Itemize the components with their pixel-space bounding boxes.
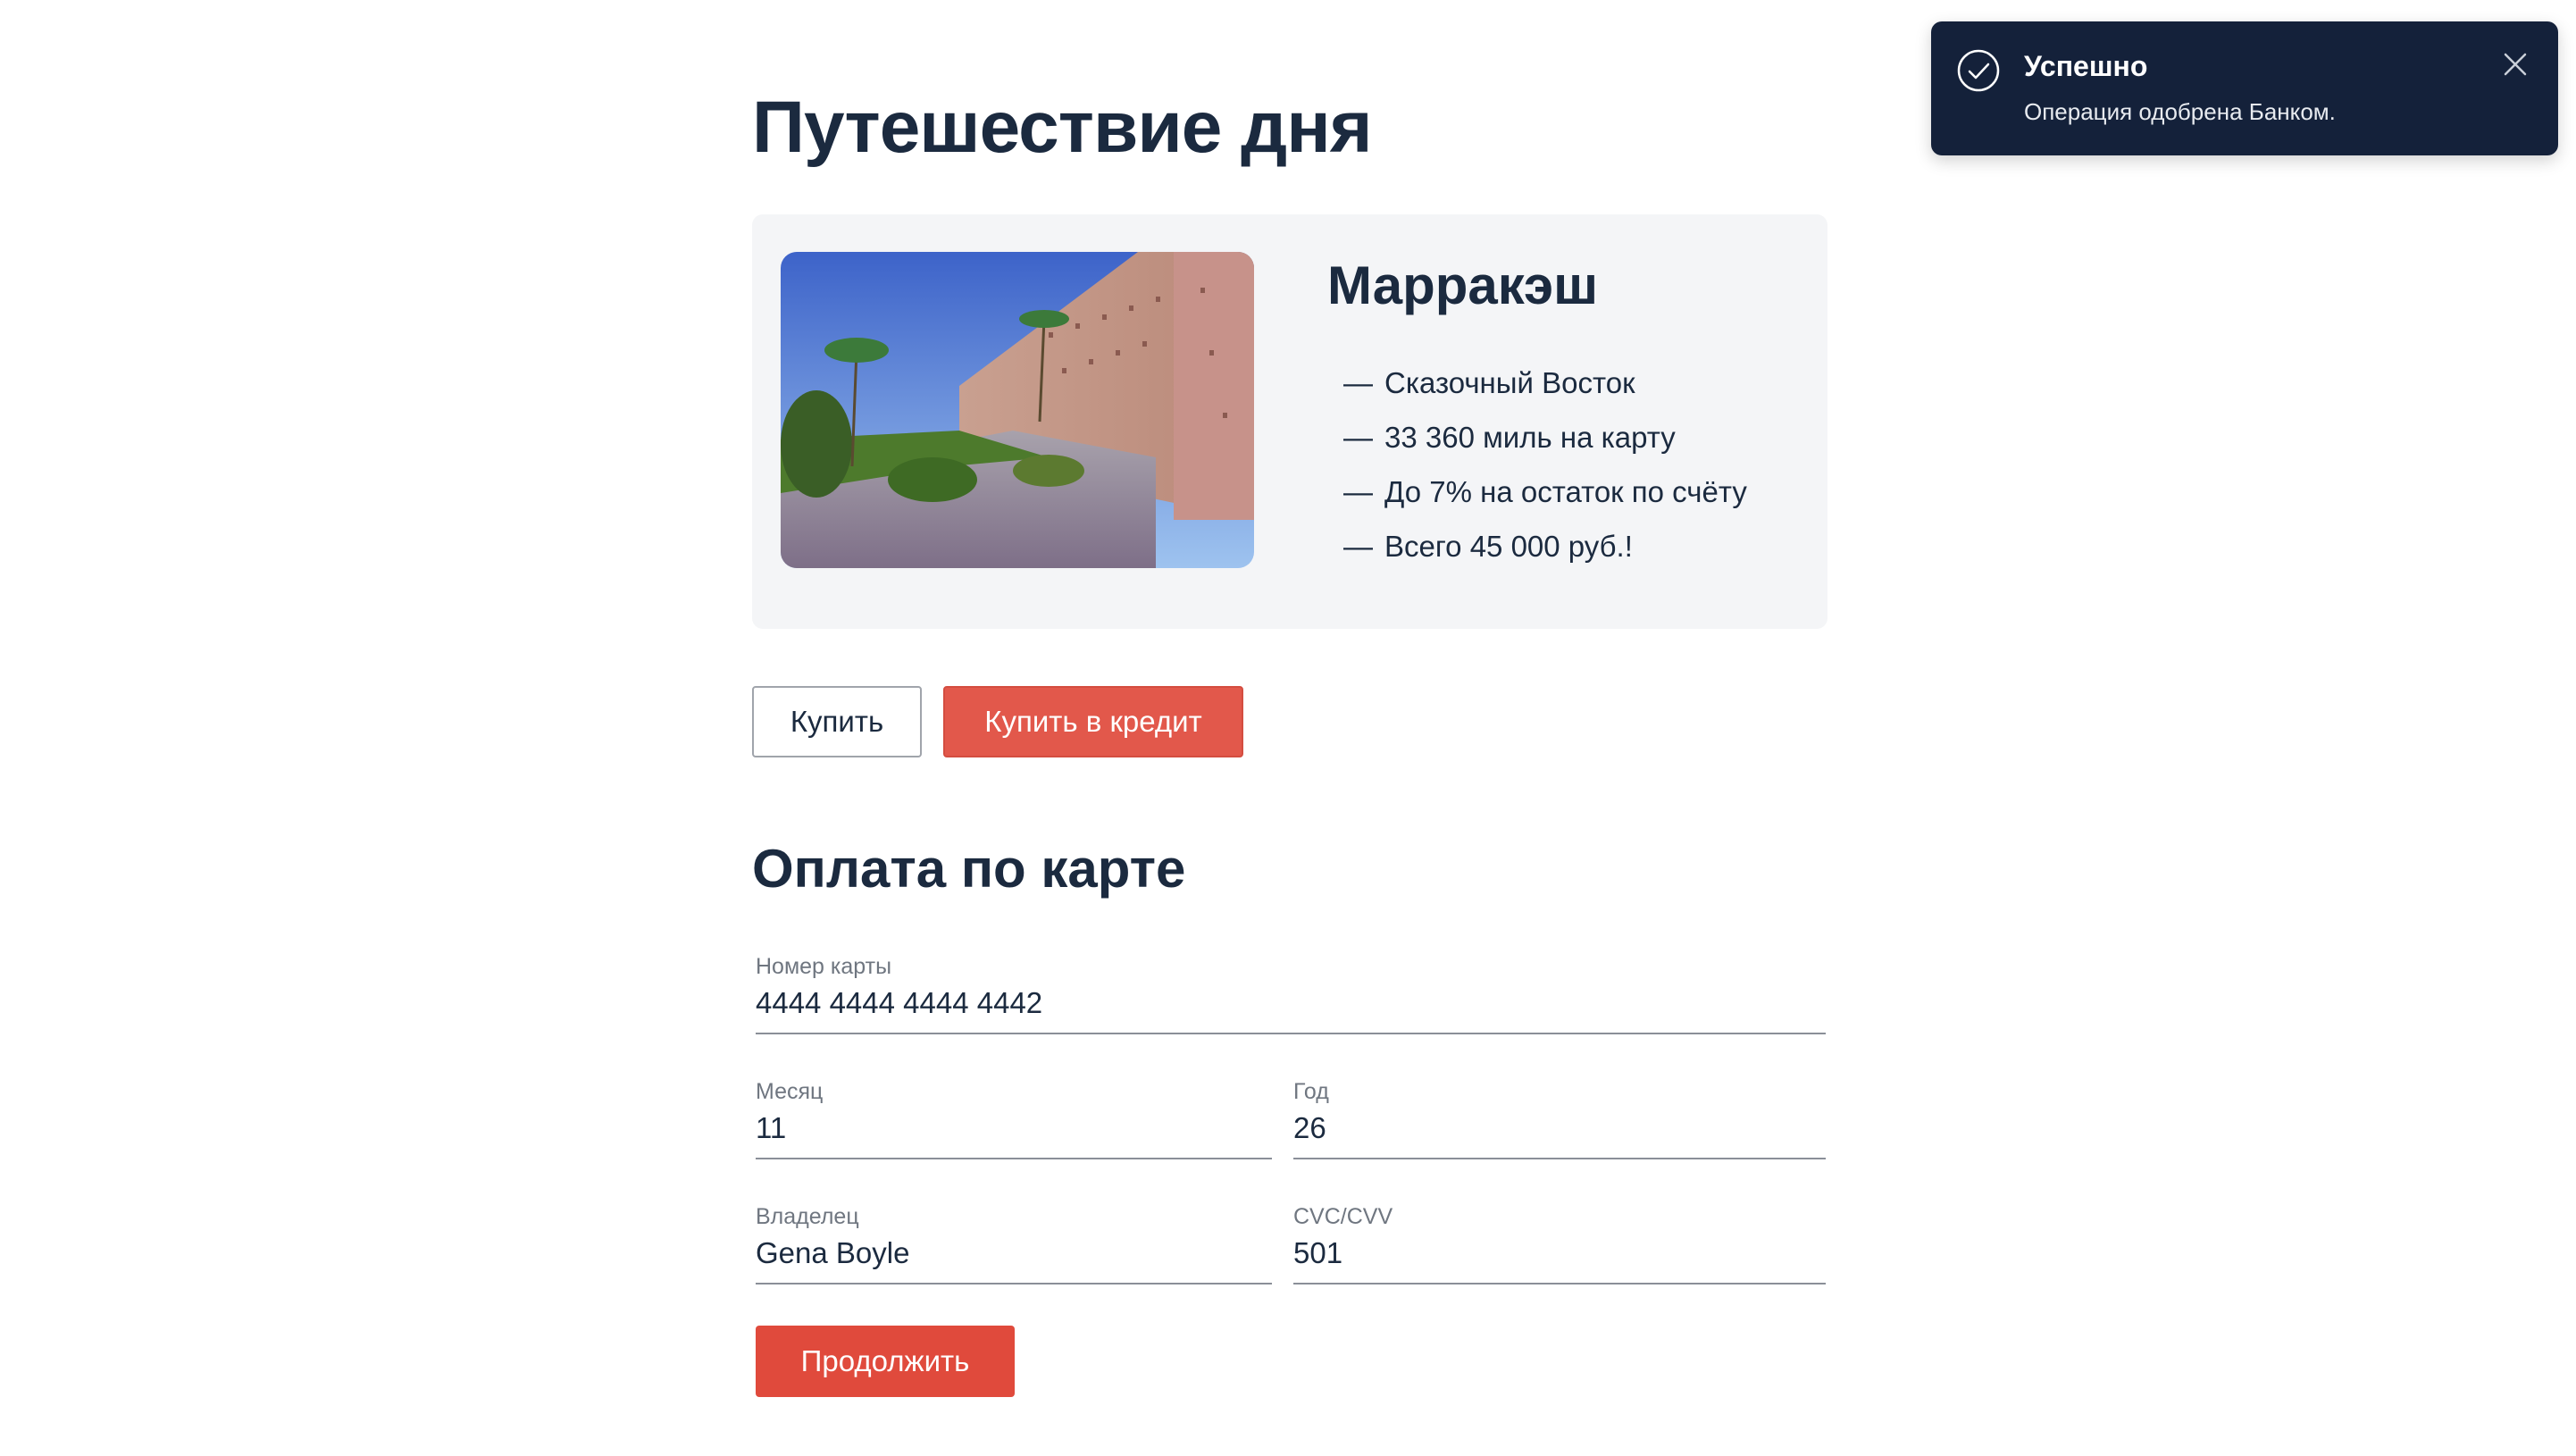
card-number-field[interactable]: Номер карты — [756, 949, 1826, 1034]
month-label: Месяц — [756, 1079, 824, 1104]
trip-feature-item: — Сказочный Восток — [1327, 356, 1747, 410]
page-title: Путешествие дня — [752, 87, 1373, 168]
trip-feature-item: — 33 360 миль на карту — [1327, 410, 1747, 464]
page: Путешествие дня Марракэш — Сказочный Вос… — [0, 0, 2576, 1456]
cvc-label: CVC/CVV — [1293, 1204, 1393, 1229]
buy-on-credit-button[interactable]: Купить в кредит — [943, 686, 1243, 757]
trip-info: Марракэш — Сказочный Восток — 33 360 миль … — [1327, 250, 1747, 573]
month-input[interactable] — [756, 1111, 1272, 1145]
trip-card: Марракэш — Сказочный Восток — 33 360 миль … — [752, 214, 1827, 629]
trip-city-title: Марракэш — [1327, 255, 1599, 315]
trip-photo — [781, 252, 1254, 568]
success-notification: Успешно Операция одобрена Банком. — [1931, 21, 2558, 155]
cvc-field[interactable]: CVC/CVV — [1293, 1199, 1826, 1284]
trip-feature-item: — Всего 45 000 руб.! — [1327, 519, 1747, 573]
marrakesh-wall-photo — [781, 252, 1254, 568]
continue-button[interactable]: Продолжить — [756, 1326, 1015, 1397]
dash-icon: — — [1343, 421, 1373, 454]
month-field[interactable]: Месяц — [756, 1074, 1272, 1159]
cvc-input[interactable] — [1293, 1236, 1826, 1270]
notification-text: Операция одобрена Банком. — [2024, 98, 2336, 125]
trip-feature-text: 33 360 миль на карту — [1384, 421, 1676, 454]
close-icon[interactable] — [2503, 52, 2528, 77]
notification-title: Успешно — [2024, 50, 2148, 82]
dash-icon: — — [1343, 366, 1373, 399]
trip-feature-text: Сказочный Восток — [1384, 366, 1635, 399]
dash-icon: — — [1343, 530, 1373, 563]
buy-button[interactable]: Купить — [752, 686, 922, 757]
trip-feature-text: До 7% на остаток по счёту — [1384, 475, 1747, 508]
card-number-label: Номер карты — [756, 954, 892, 979]
dash-icon: — — [1343, 475, 1373, 508]
trip-feature-text: Всего 45 000 руб.! — [1384, 530, 1633, 563]
year-label: Год — [1293, 1079, 1329, 1104]
owner-input[interactable] — [756, 1236, 1272, 1270]
card-number-input[interactable] — [756, 986, 1826, 1020]
year-field[interactable]: Год — [1293, 1074, 1826, 1159]
payment-section-title: Оплата по карте — [752, 839, 1186, 899]
check-circle-icon — [1956, 48, 2001, 93]
owner-field[interactable]: Владелец — [756, 1199, 1272, 1284]
trip-feature-item: — До 7% на остаток по счёту — [1327, 464, 1747, 519]
owner-label: Владелец — [756, 1204, 859, 1229]
trip-features-list: — Сказочный Восток —33 360 миль на карту … — [1327, 356, 1747, 573]
year-input[interactable] — [1293, 1111, 1826, 1145]
